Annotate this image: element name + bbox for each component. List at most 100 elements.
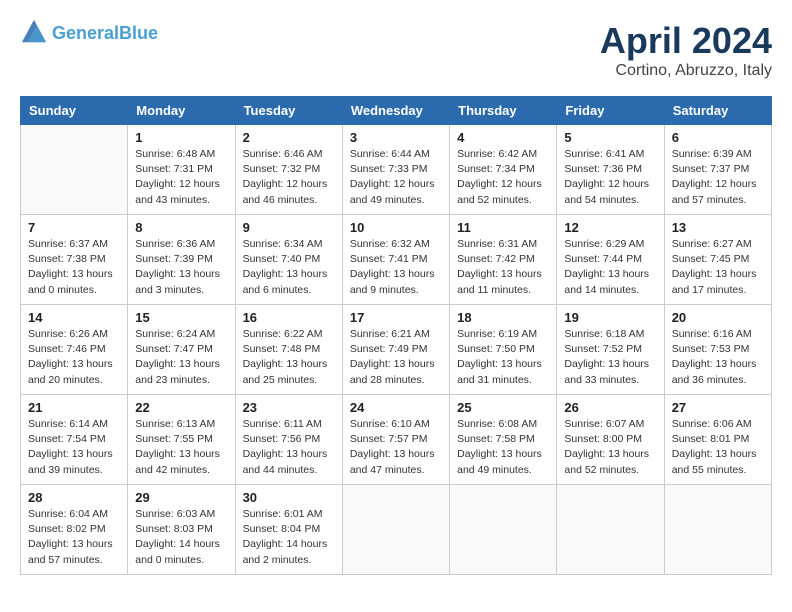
calendar-week-2: 7Sunrise: 6:37 AM Sunset: 7:38 PM Daylig… xyxy=(21,215,772,305)
calendar-cell: 21 Sunrise: 6:14 AM Sunset: 7:54 PM Dayli… xyxy=(21,395,128,485)
day-number: 28 xyxy=(28,490,120,505)
calendar-cell xyxy=(664,485,771,575)
day-number: 4 xyxy=(457,130,549,145)
day-info: Sunrise: 6:01 AM Sunset: 8:04 PM Dayligh… xyxy=(243,507,335,568)
calendar-cell xyxy=(557,485,664,575)
calendar-cell: 23 Sunrise: 6:11 AM Sunset: 7:56 PM Dayli… xyxy=(235,395,342,485)
day-info: Sunrise: 6:24 AM Sunset: 7:47 PM Dayligh… xyxy=(135,327,227,388)
day-info: Sunrise: 6:22 AM Sunset: 7:48 PM Dayligh… xyxy=(243,327,335,388)
day-number: 20 xyxy=(672,310,764,325)
calendar-table: SundayMondayTuesdayWednesdayThursdayFrid… xyxy=(20,96,772,575)
day-number: 18 xyxy=(457,310,549,325)
calendar-cell: 13 Sunrise: 6:27 AM Sunset: 7:45 PM Dayli… xyxy=(664,215,771,305)
day-number: 9 xyxy=(243,220,335,235)
weekday-header-thursday: Thursday xyxy=(450,97,557,125)
day-info: Sunrise: 6:14 AM Sunset: 7:54 PM Dayligh… xyxy=(28,417,120,478)
calendar-cell: 20 Sunrise: 6:16 AM Sunset: 7:53 PM Dayli… xyxy=(664,305,771,395)
calendar-cell: 3 Sunrise: 6:44 AM Sunset: 7:33 PM Daylig… xyxy=(342,125,449,215)
weekday-header-row: SundayMondayTuesdayWednesdayThursdayFrid… xyxy=(21,97,772,125)
day-info: Sunrise: 6:46 AM Sunset: 7:32 PM Dayligh… xyxy=(243,147,335,208)
calendar-title: April 2024 xyxy=(600,20,772,62)
day-number: 6 xyxy=(672,130,764,145)
calendar-cell: 17 Sunrise: 6:21 AM Sunset: 7:49 PM Dayli… xyxy=(342,305,449,395)
day-info: Sunrise: 6:48 AM Sunset: 7:31 PM Dayligh… xyxy=(135,147,227,208)
calendar-cell: 25Sunrise: 6:08 AM Sunset: 7:58 PM Dayli… xyxy=(450,395,557,485)
day-info: Sunrise: 6:03 AM Sunset: 8:03 PM Dayligh… xyxy=(135,507,227,568)
calendar-subtitle: Cortino, Abruzzo, Italy xyxy=(600,62,772,80)
day-info: Sunrise: 6:16 AM Sunset: 7:53 PM Dayligh… xyxy=(672,327,764,388)
calendar-cell: 27 Sunrise: 6:06 AM Sunset: 8:01 PM Dayli… xyxy=(664,395,771,485)
calendar-cell: 5 Sunrise: 6:41 AM Sunset: 7:36 PM Daylig… xyxy=(557,125,664,215)
weekday-header-wednesday: Wednesday xyxy=(342,97,449,125)
day-info: Sunrise: 6:11 AM Sunset: 7:56 PM Dayligh… xyxy=(243,417,335,478)
day-number: 3 xyxy=(350,130,442,145)
day-info: Sunrise: 6:06 AM Sunset: 8:01 PM Dayligh… xyxy=(672,417,764,478)
calendar-cell: 30 Sunrise: 6:01 AM Sunset: 8:04 PM Dayli… xyxy=(235,485,342,575)
calendar-cell: 14 Sunrise: 6:26 AM Sunset: 7:46 PM Dayli… xyxy=(21,305,128,395)
logo-icon xyxy=(20,18,48,46)
day-info: Sunrise: 6:18 AM Sunset: 7:52 PM Dayligh… xyxy=(564,327,656,388)
day-number: 5 xyxy=(564,130,656,145)
day-number: 10 xyxy=(350,220,442,235)
day-number: 26 xyxy=(564,400,656,415)
day-info: Sunrise: 6:31 AM Sunset: 7:42 PM Dayligh… xyxy=(457,237,549,298)
day-number: 23 xyxy=(243,400,335,415)
day-number: 15 xyxy=(135,310,227,325)
calendar-cell: 19Sunrise: 6:18 AM Sunset: 7:52 PM Dayli… xyxy=(557,305,664,395)
calendar-cell: 6Sunrise: 6:39 AM Sunset: 7:37 PM Daylig… xyxy=(664,125,771,215)
weekday-header-tuesday: Tuesday xyxy=(235,97,342,125)
logo-text: GeneralBlue xyxy=(52,24,158,44)
page-header: GeneralBlue April 2024 Cortino, Abruzzo,… xyxy=(20,20,772,80)
day-number: 14 xyxy=(28,310,120,325)
day-number: 13 xyxy=(672,220,764,235)
day-number: 24 xyxy=(350,400,442,415)
logo: GeneralBlue xyxy=(20,20,158,48)
calendar-cell: 11Sunrise: 6:31 AM Sunset: 7:42 PM Dayli… xyxy=(450,215,557,305)
day-number: 8 xyxy=(135,220,227,235)
day-info: Sunrise: 6:13 AM Sunset: 7:55 PM Dayligh… xyxy=(135,417,227,478)
calendar-cell: 4Sunrise: 6:42 AM Sunset: 7:34 PM Daylig… xyxy=(450,125,557,215)
day-info: Sunrise: 6:08 AM Sunset: 7:58 PM Dayligh… xyxy=(457,417,549,478)
weekday-header-sunday: Sunday xyxy=(21,97,128,125)
calendar-cell xyxy=(450,485,557,575)
calendar-cell: 12Sunrise: 6:29 AM Sunset: 7:44 PM Dayli… xyxy=(557,215,664,305)
title-area: April 2024 Cortino, Abruzzo, Italy xyxy=(600,20,772,80)
weekday-header-monday: Monday xyxy=(128,97,235,125)
day-info: Sunrise: 6:07 AM Sunset: 8:00 PM Dayligh… xyxy=(564,417,656,478)
day-number: 27 xyxy=(672,400,764,415)
day-info: Sunrise: 6:41 AM Sunset: 7:36 PM Dayligh… xyxy=(564,147,656,208)
calendar-cell: 9 Sunrise: 6:34 AM Sunset: 7:40 PM Daylig… xyxy=(235,215,342,305)
day-info: Sunrise: 6:34 AM Sunset: 7:40 PM Dayligh… xyxy=(243,237,335,298)
calendar-cell xyxy=(342,485,449,575)
day-number: 2 xyxy=(243,130,335,145)
day-info: Sunrise: 6:44 AM Sunset: 7:33 PM Dayligh… xyxy=(350,147,442,208)
day-number: 22 xyxy=(135,400,227,415)
day-info: Sunrise: 6:26 AM Sunset: 7:46 PM Dayligh… xyxy=(28,327,120,388)
calendar-week-1: 1Sunrise: 6:48 AM Sunset: 7:31 PM Daylig… xyxy=(21,125,772,215)
calendar-cell: 7Sunrise: 6:37 AM Sunset: 7:38 PM Daylig… xyxy=(21,215,128,305)
day-info: Sunrise: 6:19 AM Sunset: 7:50 PM Dayligh… xyxy=(457,327,549,388)
day-info: Sunrise: 6:04 AM Sunset: 8:02 PM Dayligh… xyxy=(28,507,120,568)
day-number: 29 xyxy=(135,490,227,505)
calendar-cell: 1Sunrise: 6:48 AM Sunset: 7:31 PM Daylig… xyxy=(128,125,235,215)
calendar-week-3: 14 Sunrise: 6:26 AM Sunset: 7:46 PM Dayli… xyxy=(21,305,772,395)
day-info: Sunrise: 6:27 AM Sunset: 7:45 PM Dayligh… xyxy=(672,237,764,298)
day-number: 21 xyxy=(28,400,120,415)
calendar-cell: 26 Sunrise: 6:07 AM Sunset: 8:00 PM Dayli… xyxy=(557,395,664,485)
day-info: Sunrise: 6:21 AM Sunset: 7:49 PM Dayligh… xyxy=(350,327,442,388)
calendar-cell: 16 Sunrise: 6:22 AM Sunset: 7:48 PM Dayli… xyxy=(235,305,342,395)
day-info: Sunrise: 6:32 AM Sunset: 7:41 PM Dayligh… xyxy=(350,237,442,298)
day-number: 12 xyxy=(564,220,656,235)
calendar-cell: 2 Sunrise: 6:46 AM Sunset: 7:32 PM Daylig… xyxy=(235,125,342,215)
calendar-week-5: 28 Sunrise: 6:04 AM Sunset: 8:02 PM Dayli… xyxy=(21,485,772,575)
calendar-cell: 8 Sunrise: 6:36 AM Sunset: 7:39 PM Daylig… xyxy=(128,215,235,305)
day-number: 16 xyxy=(243,310,335,325)
calendar-cell: 10 Sunrise: 6:32 AM Sunset: 7:41 PM Dayli… xyxy=(342,215,449,305)
calendar-cell: 28 Sunrise: 6:04 AM Sunset: 8:02 PM Dayli… xyxy=(21,485,128,575)
day-number: 30 xyxy=(243,490,335,505)
calendar-week-4: 21 Sunrise: 6:14 AM Sunset: 7:54 PM Dayli… xyxy=(21,395,772,485)
weekday-header-friday: Friday xyxy=(557,97,664,125)
day-number: 17 xyxy=(350,310,442,325)
calendar-cell: 29 Sunrise: 6:03 AM Sunset: 8:03 PM Dayli… xyxy=(128,485,235,575)
day-info: Sunrise: 6:36 AM Sunset: 7:39 PM Dayligh… xyxy=(135,237,227,298)
